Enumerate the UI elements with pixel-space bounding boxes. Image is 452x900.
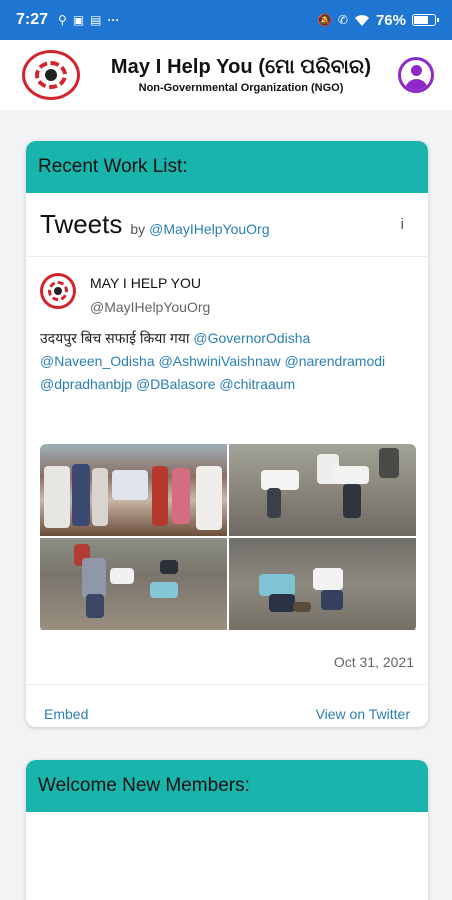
status-right-icons: 🔕 ✆ 76% xyxy=(316,11,439,29)
tweet[interactable]: MAY I HELP YOU @MayIHelpYouOrg उदयपुर बि… xyxy=(26,257,428,684)
nfc-icon: ▣ xyxy=(72,13,85,27)
call-icon: ✆ xyxy=(337,13,348,27)
app-title: May I Help You (ମୋ ପରିବାର) xyxy=(110,56,372,78)
profile-icon[interactable] xyxy=(398,57,434,93)
tweet-photo[interactable] xyxy=(40,444,227,536)
header-titles: May I Help You (ମୋ ପରିବାର) Non-Governmen… xyxy=(84,56,398,94)
silent-icon: 🔕 xyxy=(316,13,332,27)
mention-link[interactable]: @dpradhanbjp xyxy=(40,376,132,392)
tweets-title: Tweets xyxy=(40,209,123,239)
tweet-author: MAY I HELP YOU @MayIHelpYouOrg xyxy=(40,271,414,315)
more-icon: ··· xyxy=(107,13,120,27)
info-icon[interactable]: i xyxy=(401,216,414,233)
status-time: 7:27 xyxy=(16,11,49,28)
usb-icon: ⚲ xyxy=(58,13,67,27)
status-bar: 7:27 ⚲ ▣ ▤ ··· 🔕 ✆ 76% xyxy=(0,0,452,40)
mention-link[interactable]: @DBalasore xyxy=(136,376,216,392)
tweet-date[interactable]: Oct 31, 2021 xyxy=(40,654,414,684)
avatar[interactable] xyxy=(40,273,76,309)
battery-icon xyxy=(412,14,439,26)
ngo-logo xyxy=(22,50,80,100)
status-left-icons: ⚲ ▣ ▤ ··· xyxy=(58,13,119,27)
notification-icon: ▤ xyxy=(90,13,102,27)
mention-link[interactable]: @chitraaum xyxy=(219,376,295,392)
tweet-photo-grid xyxy=(40,444,416,632)
tweet-photo[interactable] xyxy=(229,444,416,536)
tweets-widget-header: Tweets by @MayIHelpYouOrg i xyxy=(26,193,428,257)
view-on-twitter-link[interactable]: View on Twitter xyxy=(316,706,410,722)
app-subtitle: Non-Governmental Organization (NGO) xyxy=(138,82,344,94)
wifi-icon xyxy=(354,14,369,26)
tweets-widget-footer: Embed View on Twitter xyxy=(26,684,428,727)
recent-work-heading: Recent Work List: xyxy=(26,141,428,193)
tweet-text: उदयपुर बिच सफाई किया गया @GovernorOdisha… xyxy=(40,327,412,396)
battery-percent: 76% xyxy=(375,11,406,29)
mention-link[interactable]: @AshwiniVaishnaw xyxy=(159,353,281,369)
tweets-handle-link[interactable]: @MayIHelpYouOrg xyxy=(149,221,269,237)
tweet-photo[interactable] xyxy=(40,538,227,630)
author-handle[interactable]: @MayIHelpYouOrg xyxy=(90,299,210,315)
tweets-by-label: by xyxy=(130,220,146,237)
tweet-text-plain: उदयपुर बिच सफाई किया गया xyxy=(40,330,194,346)
tweet-photo[interactable] xyxy=(229,538,416,630)
app-header: May I Help You (ମୋ ପରିବାର) Non-Governmen… xyxy=(0,40,452,110)
welcome-members-card: Welcome New Members: xyxy=(26,760,428,900)
recent-work-card: Recent Work List: Tweets by @MayIHelpYou… xyxy=(26,141,428,727)
embed-link[interactable]: Embed xyxy=(44,706,88,722)
mention-link[interactable]: @Naveen_Odisha xyxy=(40,353,155,369)
mention-link[interactable]: @GovernorOdisha xyxy=(193,330,310,346)
mention-link[interactable]: @narendramodi xyxy=(285,353,386,369)
author-name[interactable]: MAY I HELP YOU xyxy=(90,275,210,291)
welcome-members-heading: Welcome New Members: xyxy=(26,760,428,812)
